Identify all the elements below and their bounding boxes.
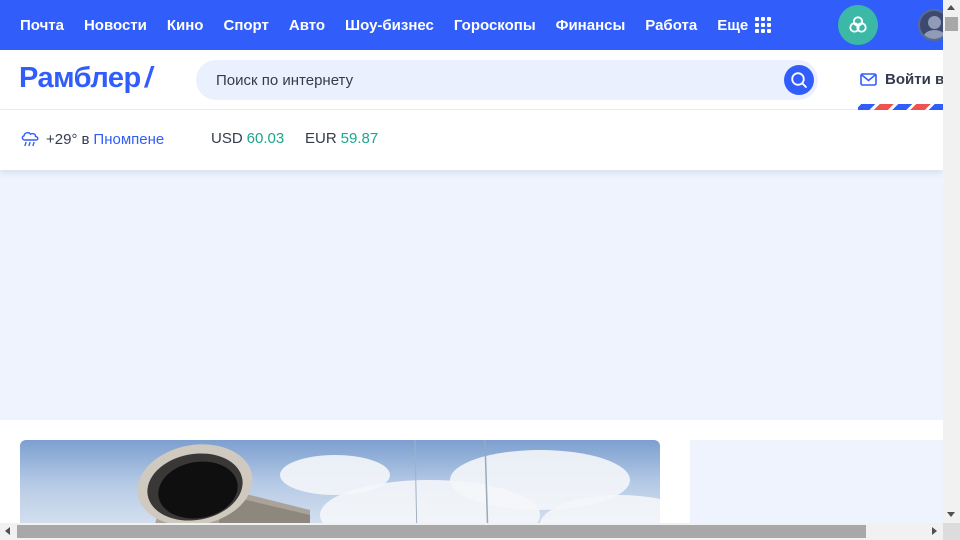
ad-banner-placeholder bbox=[0, 170, 943, 420]
weather-temperature: +29° bbox=[46, 130, 78, 148]
horizontal-scrollbar[interactable] bbox=[0, 523, 943, 540]
scroll-right-arrow-icon[interactable] bbox=[932, 527, 937, 535]
vertical-scroll-thumb[interactable] bbox=[945, 17, 958, 31]
info-bar: +29° в Пномпене USD 60.03 EUR 59.87 bbox=[0, 110, 943, 170]
search-input[interactable] bbox=[216, 60, 776, 100]
currency-usd[interactable]: USD 60.03 bbox=[211, 130, 284, 147]
logo-slash: / bbox=[142, 62, 155, 94]
rambler-logo[interactable]: Рамблер/ bbox=[19, 62, 155, 95]
search-box bbox=[196, 60, 818, 100]
avatar-head bbox=[928, 16, 941, 29]
weather-preposition: в bbox=[81, 130, 90, 148]
scroll-down-arrow-icon[interactable] bbox=[947, 512, 955, 517]
nav-item-finance[interactable]: Финансы bbox=[556, 17, 626, 34]
weather-widget[interactable]: +29° в Пномпене bbox=[20, 130, 164, 148]
search-icon bbox=[791, 72, 807, 88]
nav-item-jobs[interactable]: Работа bbox=[645, 17, 697, 34]
usd-value: 60.03 bbox=[246, 130, 285, 147]
usd-label: USD bbox=[211, 130, 243, 147]
scroll-up-arrow-icon[interactable] bbox=[947, 5, 955, 10]
vertical-scrollbar[interactable] bbox=[943, 0, 960, 523]
scrollbar-corner bbox=[943, 523, 960, 540]
eur-label: EUR bbox=[305, 130, 337, 147]
site-header: Рамблер/ Войти в bbox=[0, 50, 943, 110]
nav-item-showbiz[interactable]: Шоу-бизнес bbox=[345, 17, 434, 34]
user-avatar[interactable] bbox=[918, 9, 943, 41]
login-label: Войти в bbox=[885, 71, 943, 88]
nav-more-button[interactable]: Еще bbox=[717, 16, 772, 34]
horizontal-scroll-thumb[interactable] bbox=[17, 525, 866, 538]
weather-city[interactable]: Пномпене bbox=[93, 131, 164, 148]
side-ad-placeholder bbox=[690, 440, 943, 523]
search-button[interactable] bbox=[784, 65, 814, 95]
grid-icon bbox=[755, 17, 772, 33]
pipe-graphic bbox=[137, 440, 489, 523]
nav-more-label: Еще bbox=[717, 16, 749, 34]
browser-viewport: Почта Новости Кино Спорт Авто Шоу-бизнес… bbox=[0, 0, 943, 523]
nav-item-cinema[interactable]: Кино bbox=[167, 17, 204, 34]
login-link[interactable]: Войти в bbox=[860, 71, 943, 88]
rain-cloud-icon bbox=[21, 131, 39, 147]
nav-item-horoscopes[interactable]: Гороскопы bbox=[454, 17, 536, 34]
logo-text: Рамблер bbox=[19, 62, 141, 94]
main-news-image[interactable] bbox=[20, 440, 660, 523]
nav-item-auto[interactable]: Авто bbox=[289, 17, 325, 34]
currency-eur[interactable]: EUR 59.87 bbox=[305, 130, 378, 147]
ai-assistant-button[interactable] bbox=[838, 5, 878, 45]
scroll-left-arrow-icon[interactable] bbox=[5, 527, 10, 535]
nav-items: Почта Новости Кино Спорт Авто Шоу-бизнес… bbox=[20, 0, 772, 50]
nav-item-mail[interactable]: Почта bbox=[20, 17, 64, 34]
top-navigation-bar: Почта Новости Кино Спорт Авто Шоу-бизнес… bbox=[0, 0, 943, 50]
envelope-icon bbox=[860, 73, 877, 86]
neural-knot-icon bbox=[849, 16, 867, 33]
nav-item-sport[interactable]: Спорт bbox=[223, 17, 268, 34]
nav-item-news[interactable]: Новости bbox=[84, 17, 147, 34]
avatar-body bbox=[923, 30, 943, 39]
eur-value: 59.87 bbox=[340, 130, 379, 147]
